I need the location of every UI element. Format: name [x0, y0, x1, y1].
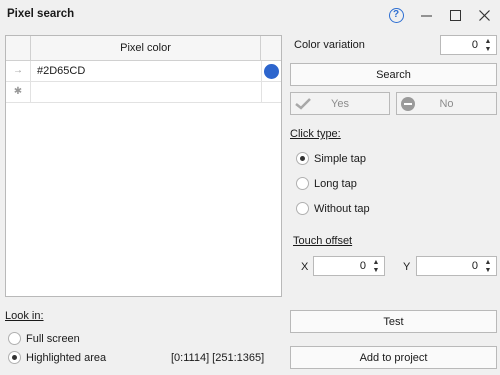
spin-up-icon[interactable]: ▲	[485, 38, 492, 45]
add-to-project-button[interactable]: Add to project	[290, 346, 497, 369]
help-button[interactable]: ?	[385, 5, 407, 25]
help-icon: ?	[388, 7, 404, 23]
highlighted-area-coordinates: [0:1114] [251:1365]	[171, 352, 265, 364]
close-button[interactable]	[473, 5, 495, 25]
click-type-label: Click type:	[290, 128, 341, 140]
offset-x-label: X	[301, 261, 309, 273]
close-icon	[478, 9, 490, 21]
offset-y-value: 0	[471, 260, 478, 272]
pixel-color-grid[interactable]: Pixel color → #2D65CD ✱	[5, 35, 282, 297]
radio-highlighted-area[interactable]: Highlighted area	[8, 351, 106, 364]
spin-arrows-icon[interactable]: ▲ ▼	[370, 258, 382, 274]
color-variation-value: 0	[471, 39, 478, 51]
column-header-pixel-color[interactable]: Pixel color	[31, 36, 261, 60]
radio-button[interactable]	[296, 202, 309, 215]
add-to-project-button-label: Add to project	[359, 351, 428, 364]
table-row[interactable]: → #2D65CD	[6, 61, 281, 82]
new-row-asterisk-icon: ✱	[6, 82, 31, 103]
window-title: Pixel search	[7, 8, 75, 20]
no-button[interactable]: No	[396, 92, 497, 115]
radio-without-tap[interactable]: Without tap	[296, 202, 370, 215]
test-button[interactable]: Test	[290, 310, 497, 333]
radio-button[interactable]	[8, 332, 21, 345]
table-row-new[interactable]: ✱	[6, 82, 281, 103]
radio-full-screen[interactable]: Full screen	[8, 332, 80, 345]
offset-x-value: 0	[359, 260, 366, 272]
test-button-label: Test	[383, 315, 404, 328]
yes-button[interactable]: Yes	[290, 92, 390, 115]
radio-simple-tap[interactable]: Simple tap	[296, 152, 366, 165]
search-button-label: Search	[376, 68, 411, 81]
radio-button[interactable]	[296, 177, 309, 190]
no-icon	[401, 97, 415, 111]
spin-up-icon[interactable]: ▲	[373, 259, 380, 266]
spin-down-icon[interactable]: ▼	[485, 46, 492, 53]
look-in-label: Look in:	[5, 310, 44, 322]
search-button[interactable]: Search	[290, 63, 497, 86]
spin-arrows-icon[interactable]: ▲ ▼	[482, 37, 494, 53]
pixel-color-value[interactable]: #2D65CD	[37, 61, 85, 82]
radio-label: Full screen	[26, 332, 80, 345]
minimize-button[interactable]	[415, 5, 437, 25]
spin-arrows-icon[interactable]: ▲ ▼	[482, 258, 494, 274]
spin-down-icon[interactable]: ▼	[373, 267, 380, 274]
spin-up-icon[interactable]: ▲	[485, 259, 492, 266]
grid-header: Pixel color	[6, 36, 281, 61]
radio-label: Long tap	[314, 177, 357, 190]
cell-divider	[261, 82, 262, 103]
radio-button-selected[interactable]	[296, 152, 309, 165]
maximize-button[interactable]	[444, 5, 466, 25]
color-variation-label: Color variation	[294, 39, 365, 51]
minimize-icon	[420, 15, 432, 16]
radio-long-tap[interactable]: Long tap	[296, 177, 357, 190]
radio-label: Simple tap	[314, 152, 366, 165]
spin-down-icon[interactable]: ▼	[485, 267, 492, 274]
title-bar: Pixel search ?	[0, 0, 500, 30]
radio-label: Highlighted area	[26, 351, 107, 364]
radio-button-selected[interactable]	[8, 351, 21, 364]
yes-button-label: Yes	[331, 97, 349, 110]
radio-label: Without tap	[314, 202, 370, 215]
touch-offset-label: Touch offset	[293, 235, 353, 247]
offset-x-stepper[interactable]: 0 ▲ ▼	[313, 256, 385, 276]
no-button-label: No	[439, 97, 454, 110]
cell-divider	[261, 61, 262, 82]
color-variation-stepper[interactable]: 0 ▲ ▼	[440, 35, 497, 55]
row-arrow-icon: →	[6, 61, 31, 82]
checkmark-icon	[295, 98, 311, 110]
offset-y-stepper[interactable]: 0 ▲ ▼	[416, 256, 497, 276]
grid-header-corner	[6, 36, 31, 60]
maximize-icon	[449, 9, 461, 21]
offset-y-label: Y	[403, 261, 411, 273]
color-swatch	[264, 64, 279, 79]
